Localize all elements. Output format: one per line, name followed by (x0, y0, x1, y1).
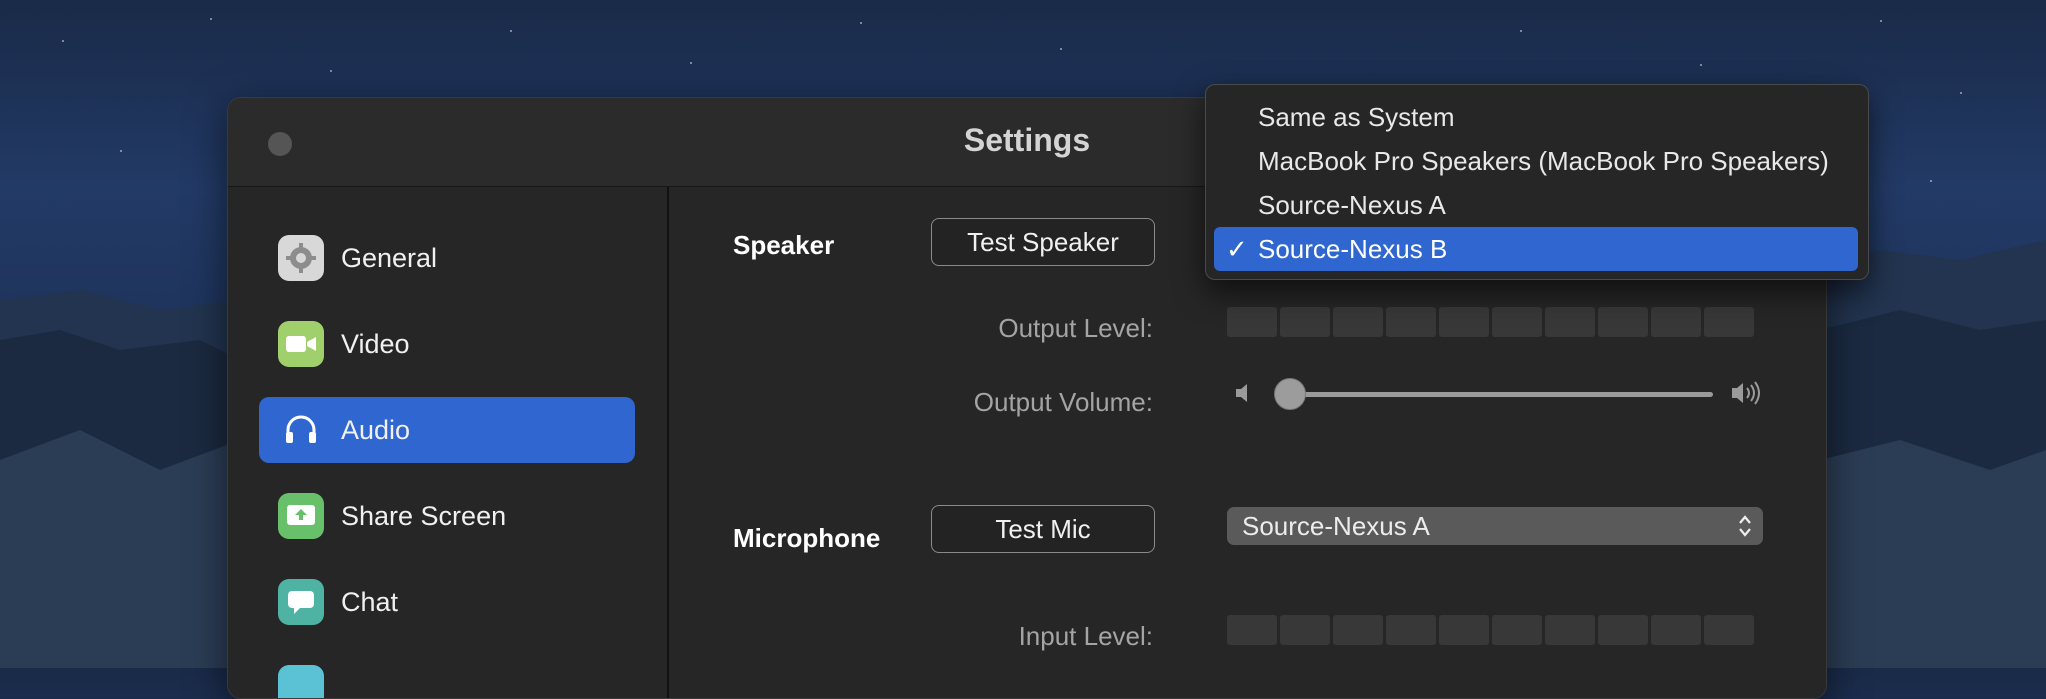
output-level-meter (1227, 307, 1754, 337)
microphone-device-value: Source-Nexus A (1242, 510, 1430, 541)
input-level-meter (1227, 615, 1754, 645)
sidebar-item-label: Chat (341, 586, 399, 617)
test-speaker-button[interactable]: Test Speaker (931, 218, 1155, 266)
sidebar-item-label: General (341, 242, 438, 273)
sidebar-item-next[interactable] (259, 655, 635, 698)
checkmark-icon: ✓ (1226, 233, 1248, 264)
output-volume-slider[interactable] (1281, 392, 1713, 397)
test-mic-button[interactable]: Test Mic (931, 505, 1155, 553)
dropdown-option[interactable]: MacBook Pro Speakers (MacBook Pro Speake… (1214, 139, 1858, 183)
input-level-label: Input Level: (1018, 621, 1153, 651)
sidebar: General Video Audio Share Screen Chat (228, 187, 669, 698)
output-volume-slider-knob[interactable] (1274, 378, 1306, 410)
sidebar-item-label: Share Screen (341, 500, 507, 531)
gear-icon (278, 235, 324, 281)
speaker-section-label: Speaker (733, 230, 835, 260)
dropdown-option[interactable]: Same as System (1214, 95, 1858, 139)
microphone-device-select[interactable]: Source-Nexus A (1227, 507, 1763, 545)
microphone-section-label: Microphone (733, 523, 881, 553)
share-screen-icon (278, 493, 324, 539)
sidebar-item-share-screen[interactable]: Share Screen (259, 483, 635, 549)
sidebar-item-general[interactable]: General (259, 225, 635, 291)
chevron-up-down-icon (1737, 512, 1753, 547)
speaker-device-dropdown: Same as System MacBook Pro Speakers (Mac… (1205, 84, 1869, 280)
output-level-label: Output Level: (998, 313, 1153, 343)
sidebar-item-audio[interactable]: Audio (259, 397, 635, 463)
sidebar-next-icon (278, 665, 324, 698)
sidebar-item-video[interactable]: Video (259, 311, 635, 377)
sidebar-item-label: Audio (341, 414, 411, 445)
speaker-high-icon (1729, 379, 1763, 412)
speaker-low-icon (1233, 381, 1257, 410)
output-volume-label: Output Volume: (973, 387, 1153, 417)
video-camera-icon (278, 321, 324, 367)
sidebar-item-chat[interactable]: Chat (259, 569, 635, 635)
sidebar-item-label: Video (341, 328, 410, 359)
dropdown-option[interactable]: Source-Nexus A (1214, 183, 1858, 227)
headphones-icon (278, 407, 324, 453)
chat-bubble-icon (278, 579, 324, 625)
dropdown-option-selected[interactable]: ✓ Source-Nexus B (1214, 227, 1858, 271)
